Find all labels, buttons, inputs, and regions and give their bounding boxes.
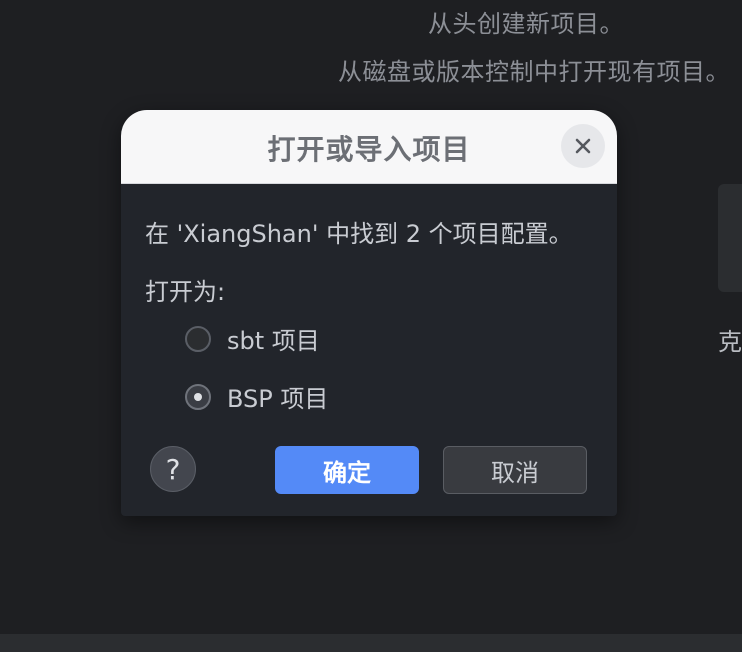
dialog-header: 打开或导入项目	[121, 110, 617, 184]
radio-button-bsp[interactable]	[185, 383, 211, 410]
cancel-button[interactable]: 取消	[443, 446, 587, 494]
radio-label-bsp: BSP 项目	[227, 385, 329, 413]
help-button[interactable]: ?	[150, 446, 196, 492]
radio-option-sbt[interactable]: sbt 项目	[185, 321, 320, 356]
open-as-label: 打开为:	[145, 278, 226, 306]
radio-button-sbt[interactable]	[185, 325, 211, 352]
radio-option-bsp[interactable]: BSP 项目	[185, 379, 328, 414]
close-button[interactable]	[561, 124, 605, 168]
radio-label-sbt: sbt 项目	[227, 327, 320, 355]
dialog-message: 在 'XiangShan' 中找到 2 个项目配置。	[145, 220, 573, 248]
open-import-dialog: 打开或导入项目 在 'XiangShan' 中找到 2 个项目配置。 打开为: …	[121, 110, 617, 516]
background-clone-label: 克	[718, 328, 742, 356]
close-icon	[575, 138, 591, 154]
dialog-title: 打开或导入项目	[267, 133, 471, 166]
background-bottom-bar	[0, 634, 742, 652]
help-icon: ?	[165, 452, 181, 486]
background-card	[718, 184, 742, 292]
ok-button[interactable]: 确定	[275, 446, 419, 494]
background-line-open-existing: 从磁盘或版本控制中打开现有项目。	[338, 58, 730, 86]
background-line-new-project: 从头创建新项目。	[428, 10, 624, 38]
